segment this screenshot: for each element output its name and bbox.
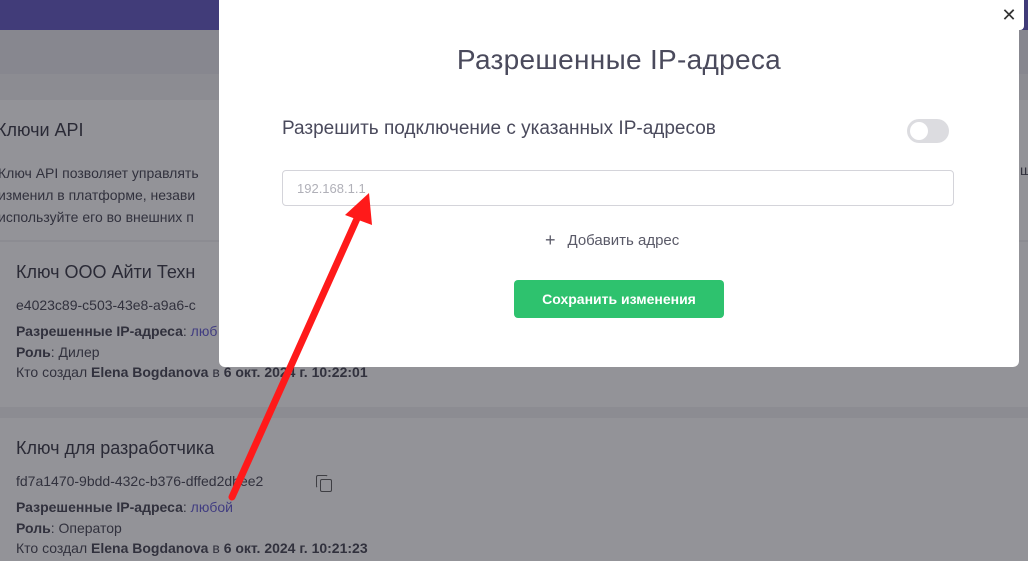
save-changes-button[interactable]: Сохранить изменения	[514, 280, 724, 318]
ip-address-input[interactable]	[282, 170, 954, 206]
add-address-label: Добавить адрес	[567, 232, 680, 249]
toggle-label: Разрешить подключение с указанных IP-адр…	[282, 118, 716, 139]
plus-icon: +	[545, 230, 556, 250]
toggle-knob	[910, 122, 928, 140]
add-address-button[interactable]: + Добавить адрес	[545, 230, 679, 251]
close-icon[interactable]: ✕	[994, 0, 1024, 30]
allow-ip-toggle[interactable]	[907, 119, 949, 143]
ip-addresses-modal: Разрешенные IP-адреса Разрешить подключе…	[219, 0, 1019, 367]
modal-title: Разрешенные IP-адреса	[456, 44, 782, 75]
